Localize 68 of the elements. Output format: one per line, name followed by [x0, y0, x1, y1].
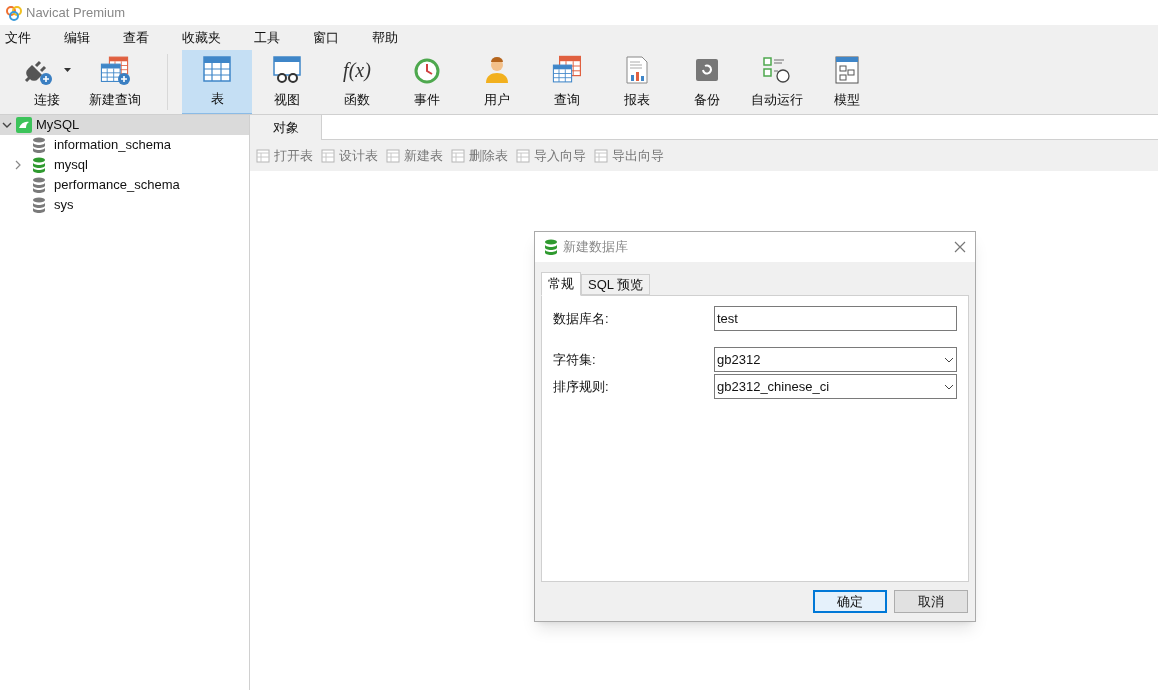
menu-item[interactable]: 工具: [249, 25, 285, 50]
object-type-button[interactable]: 自动运行: [742, 50, 812, 114]
chevron-down-icon: [944, 383, 954, 390]
tab[interactable]: 常规: [541, 272, 581, 296]
database-icon: [544, 239, 558, 255]
object-type-button[interactable]: 用户: [462, 50, 532, 114]
checklist-clock-icon: [762, 54, 792, 85]
menu-item[interactable]: 收藏夹: [177, 25, 226, 50]
chevron-down-icon: [944, 356, 954, 363]
window-title: Navicat Premium: [26, 3, 125, 22]
toolbar-button[interactable]: 导入向导: [516, 145, 586, 166]
database-row[interactable]: sys: [0, 195, 249, 215]
object-type-button[interactable]: f(x) 函数: [322, 50, 392, 114]
table-tool-icon: [386, 148, 400, 163]
menu-item[interactable]: 编辑: [59, 25, 95, 50]
database-row[interactable]: performance_schema: [0, 175, 249, 195]
field-label: 字符集:: [553, 350, 597, 369]
tab[interactable]: SQL 预览: [581, 274, 651, 295]
dialog-title: 新建数据库: [563, 238, 628, 257]
close-icon[interactable]: [954, 241, 966, 253]
dropdown-field[interactable]: gb2312_chinese_ci: [714, 374, 957, 399]
chevron-right-icon[interactable]: [14, 160, 22, 170]
tab[interactable]: 对象: [250, 115, 322, 140]
dialog-button[interactable]: 取消: [894, 590, 968, 613]
toolbar-button[interactable]: 新建查询: [83, 50, 147, 114]
chevron-down-icon[interactable]: [2, 120, 12, 130]
object-type-button[interactable]: 视图: [252, 50, 322, 114]
table-tool-icon: [451, 148, 465, 163]
toolbar-button[interactable]: 设计表: [321, 145, 378, 166]
function-icon: f(x): [343, 54, 371, 85]
table-glasses-icon: [272, 54, 302, 85]
database-row[interactable]: mysql: [0, 155, 249, 175]
toolbar-button[interactable]: 连接: [16, 50, 77, 114]
dolphin-icon: [16, 117, 32, 133]
app-logo-icon: [6, 4, 22, 21]
database-icon: [32, 137, 46, 153]
toolbar-button[interactable]: 删除表: [451, 145, 508, 166]
table-tool-icon: [594, 148, 608, 163]
database-row[interactable]: information_schema: [0, 135, 249, 155]
input-field[interactable]: test: [714, 306, 957, 331]
table-tool-icon: [256, 148, 270, 163]
object-type-button[interactable]: 查询: [532, 50, 602, 114]
object-type-button[interactable]: 事件: [392, 50, 462, 114]
field-label: 数据库名:: [553, 309, 610, 328]
menu-item[interactable]: 查看: [118, 25, 154, 50]
field-label: 排序规则:: [553, 377, 610, 396]
table-tool-icon: [321, 148, 335, 163]
dialog-button[interactable]: 确定: [813, 590, 887, 613]
object-type-button[interactable]: 报表: [602, 50, 672, 114]
menu-item[interactable]: 帮助: [367, 25, 403, 50]
table-add-icon: [100, 54, 130, 85]
menu-item[interactable]: 窗口: [308, 25, 344, 50]
object-type-button[interactable]: 表: [182, 50, 252, 114]
dropdown-field[interactable]: gb2312: [714, 347, 957, 372]
model-icon: [832, 54, 862, 85]
table-icon: [202, 54, 232, 85]
table-query-icon: [552, 54, 582, 85]
database-icon: [32, 197, 46, 213]
toolbar-button[interactable]: 导出向导: [594, 145, 664, 166]
toolbar-button[interactable]: 新建表: [386, 145, 443, 166]
database-icon: [32, 157, 46, 173]
database-icon: [32, 177, 46, 193]
connection-row[interactable]: MySQL: [0, 115, 249, 135]
table-tool-icon: [516, 148, 530, 163]
object-type-button[interactable]: 模型: [812, 50, 882, 114]
toolbar-button[interactable]: 打开表: [256, 145, 313, 166]
menu-item[interactable]: 文件: [0, 25, 36, 50]
object-type-button[interactable]: 备份: [672, 50, 742, 114]
